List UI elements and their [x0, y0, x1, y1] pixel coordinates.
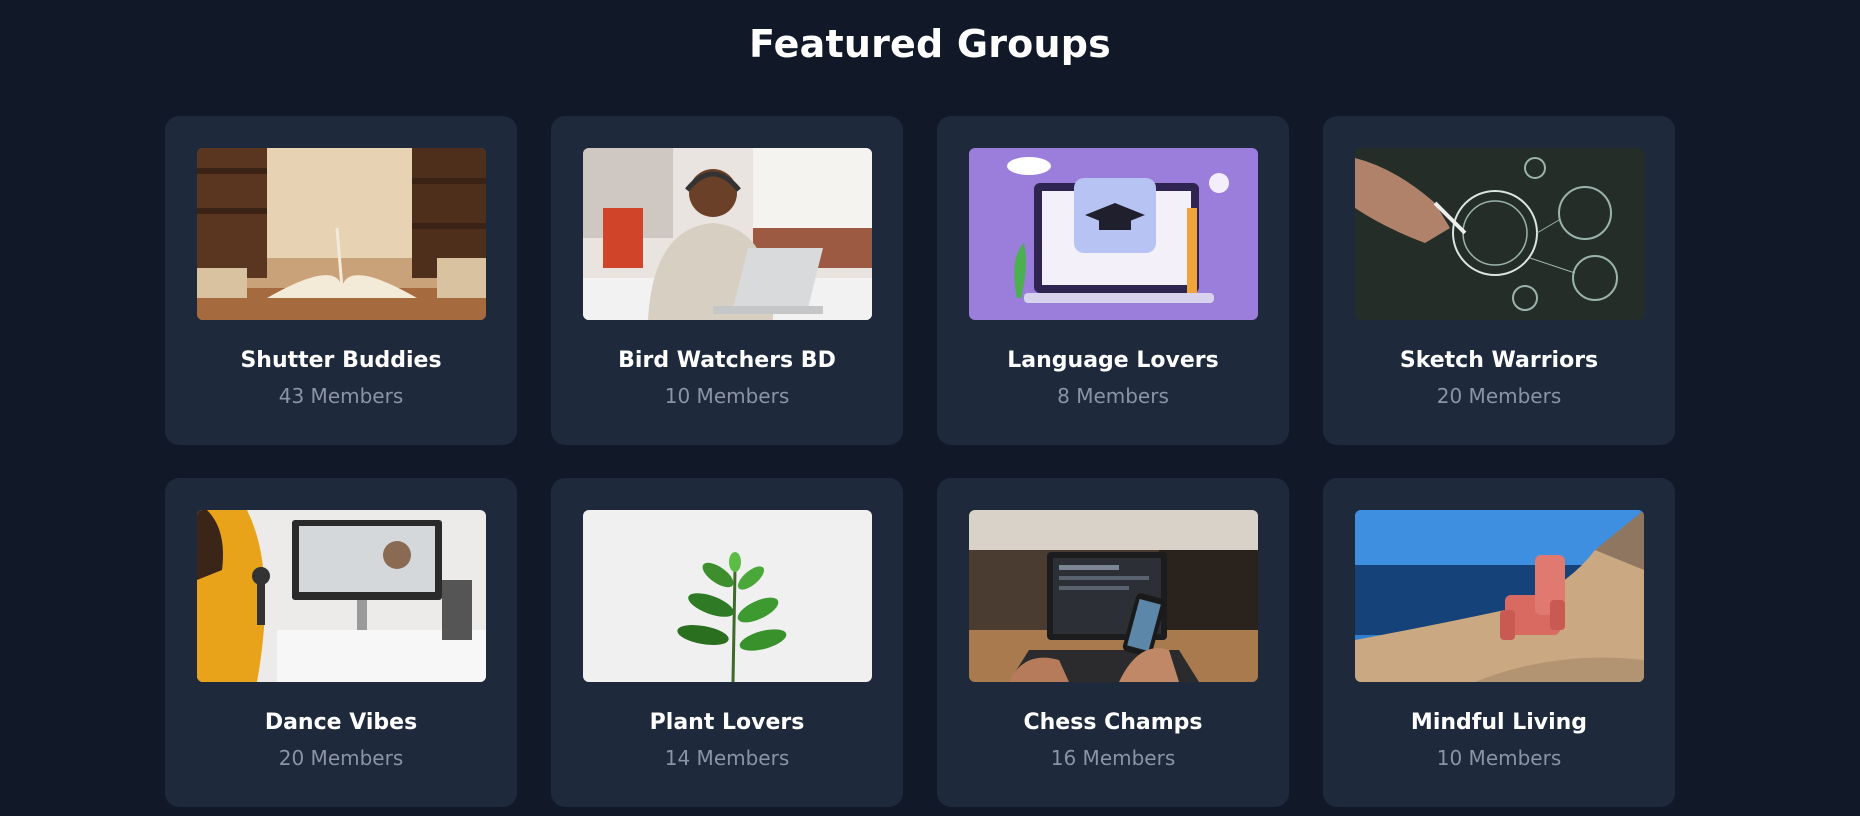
member-count: 20 Members	[278, 746, 404, 770]
group-name[interactable]: Mindful Living	[1323, 710, 1675, 735]
featured-groups-page: Featured Groups Shutter Buddies 43 Membe…	[0, 0, 1860, 816]
groups-grid: Shutter Buddies 43 Members Bird Watchers…	[165, 116, 1675, 807]
group-card[interactable]: Shutter Buddies 43 Members	[165, 116, 517, 445]
section-title: Featured Groups	[749, 22, 1111, 66]
group-name[interactable]: Dance Vibes	[165, 710, 517, 735]
member-count: 10 Members	[664, 384, 790, 408]
group-name[interactable]: Shutter Buddies	[165, 348, 517, 373]
group-name[interactable]: Language Lovers	[937, 348, 1289, 373]
group-card[interactable]: Mindful Living 10 Members	[1323, 478, 1675, 807]
group-card[interactable]: Plant Lovers 14 Members	[551, 478, 903, 807]
group-image-green-plant[interactable]	[583, 510, 872, 682]
group-card[interactable]: Language Lovers 8 Members	[937, 116, 1289, 445]
group-image-graduation-laptop-illustration[interactable]	[969, 148, 1258, 320]
member-count: 10 Members	[1436, 746, 1562, 770]
group-name[interactable]: Chess Champs	[937, 710, 1289, 735]
member-count: 20 Members	[1436, 384, 1562, 408]
group-image-man-laptop-headphones[interactable]	[583, 148, 872, 320]
group-image-books-library[interactable]	[197, 148, 486, 320]
group-card[interactable]: Chess Champs 16 Members	[937, 478, 1289, 807]
group-name[interactable]: Bird Watchers BD	[551, 348, 903, 373]
group-image-woman-video-call[interactable]	[197, 510, 486, 682]
group-card[interactable]: Bird Watchers BD 10 Members	[551, 116, 903, 445]
group-name[interactable]: Plant Lovers	[551, 710, 903, 735]
group-image-chair-on-seaside-rock[interactable]	[1355, 510, 1644, 682]
member-count: 14 Members	[664, 746, 790, 770]
member-count: 8 Members	[1057, 384, 1169, 408]
group-image-training-diagram[interactable]	[1355, 148, 1644, 320]
group-image-laptop-phone-cafe[interactable]	[969, 510, 1258, 682]
group-name[interactable]: Sketch Warriors	[1323, 348, 1675, 373]
group-card[interactable]: Dance Vibes 20 Members	[165, 478, 517, 807]
member-count: 43 Members	[278, 384, 404, 408]
member-count: 16 Members	[1050, 746, 1176, 770]
group-card[interactable]: Sketch Warriors 20 Members	[1323, 116, 1675, 445]
